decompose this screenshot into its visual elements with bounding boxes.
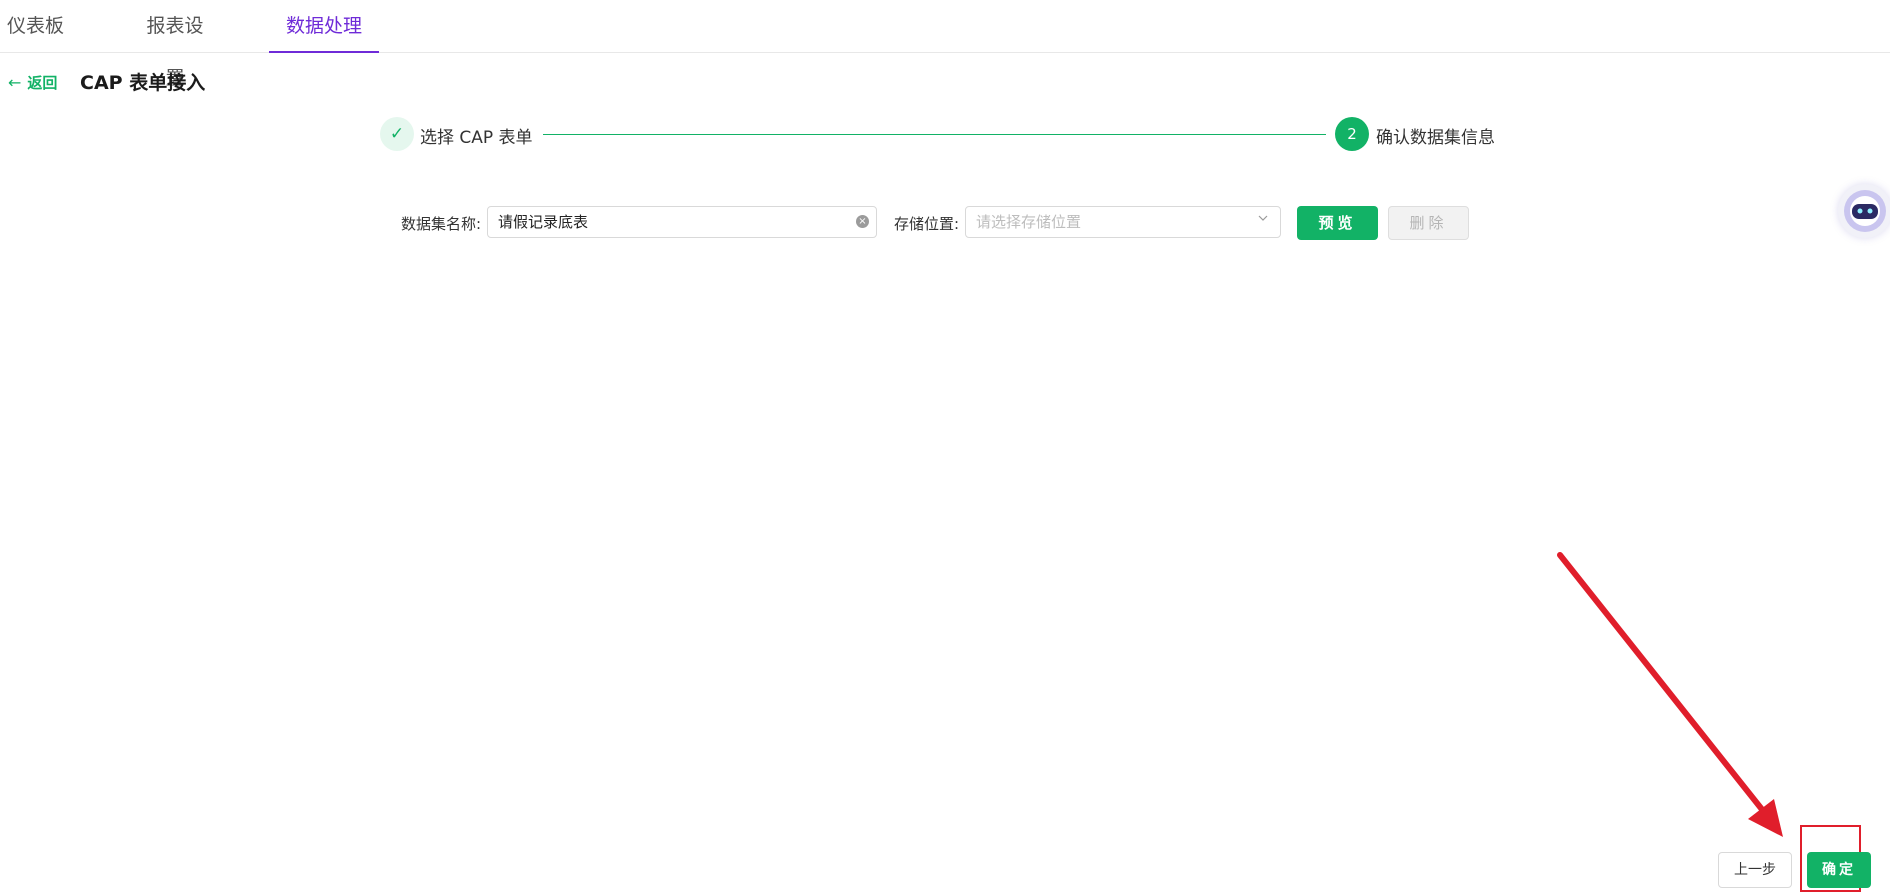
- dataset-name-input[interactable]: 请假记录底表: [487, 206, 877, 238]
- step2-number-badge: 2: [1335, 117, 1369, 151]
- confirm-button[interactable]: 确定: [1807, 852, 1871, 888]
- clear-circle-icon[interactable]: ×: [856, 215, 869, 228]
- chevron-down-icon: [1258, 215, 1268, 221]
- back-link[interactable]: ← 返回: [8, 71, 57, 93]
- back-label: 返回: [27, 73, 58, 92]
- tab-dashboard[interactable]: 仪表板: [7, 0, 67, 52]
- page-title: CAP 表单接入: [80, 72, 206, 94]
- tab-report-settings[interactable]: 报表设置: [138, 0, 212, 89]
- step2-label: 确认数据集信息: [1376, 128, 1495, 148]
- arrow-left-icon: ←: [8, 72, 22, 92]
- assistant-avatar[interactable]: [1838, 184, 1890, 238]
- tab-data-processing[interactable]: 数据处理: [269, 0, 379, 53]
- step-connector-line: [543, 134, 1326, 135]
- page: 仪表板 报表设置 数据处理 ← 返回 CAP 表单接入 ✓ 选择 CAP 表单 …: [0, 0, 1890, 892]
- storage-location-label: 存储位置:: [894, 215, 960, 233]
- robot-avatar-icon: [1844, 190, 1886, 232]
- storage-location-select[interactable]: 请选择存储位置: [965, 206, 1281, 238]
- step1-label: 选择 CAP 表单: [420, 128, 533, 148]
- delete-button[interactable]: 删除: [1388, 206, 1469, 240]
- check-icon: ✓: [380, 117, 414, 151]
- dataset-name-label: 数据集名称:: [401, 215, 482, 233]
- top-tab-bar: 仪表板 报表设置 数据处理: [0, 0, 1890, 89]
- annotation-arrow-icon: [1557, 552, 1783, 837]
- previous-step-button[interactable]: 上一步: [1718, 852, 1792, 888]
- preview-button[interactable]: 预览: [1297, 206, 1378, 240]
